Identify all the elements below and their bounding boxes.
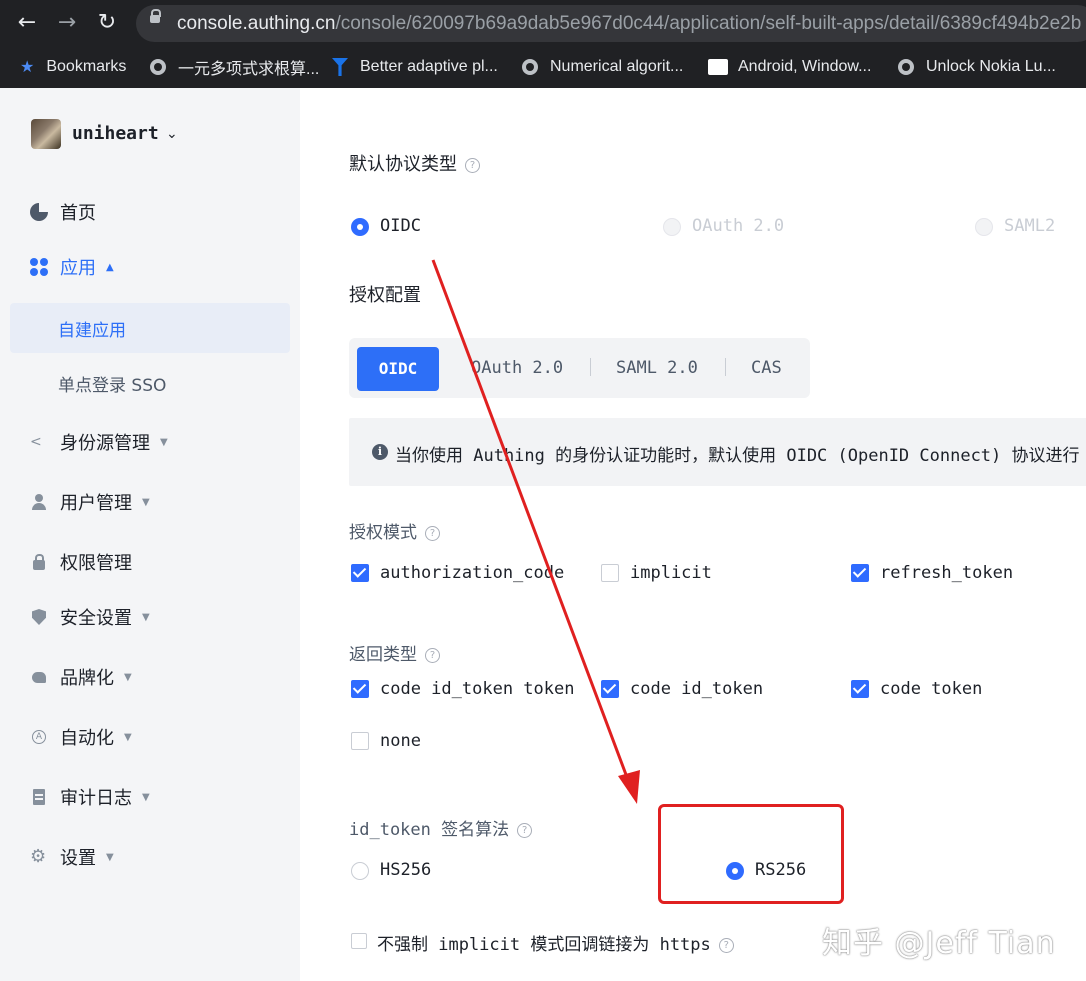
protocol-radio-oidc[interactable]: [351, 218, 369, 236]
bookmarks-folder[interactable]: ★Bookmarks: [20, 56, 126, 78]
user-name[interactable]: uniheart: [72, 123, 159, 144]
chevron-down-icon[interactable]: ⌄: [166, 126, 178, 142]
help-icon[interactable]: ?: [719, 938, 734, 953]
bookmark-item[interactable]: Numerical algorit...: [522, 56, 683, 78]
tab-divider: [725, 358, 726, 376]
id-token-sign-title: id_token 签名算法?: [349, 815, 532, 840]
avatar[interactable]: [31, 119, 61, 149]
back-icon[interactable]: ←: [12, 8, 42, 38]
gear-icon: ⚙: [30, 848, 48, 866]
response-label-code-id-token-token: code id_token token: [380, 679, 574, 699]
tab-oauth2[interactable]: OAuth 2.0: [471, 358, 563, 378]
automation-icon: A: [30, 728, 48, 746]
caret-down-icon: ▼: [142, 612, 150, 623]
globe-icon: [898, 59, 914, 75]
grant-types-title: 授权模式?: [349, 518, 440, 543]
protocol-radio-saml2[interactable]: [975, 218, 993, 236]
protocol-label-oidc: OIDC: [380, 216, 421, 236]
help-icon[interactable]: ?: [465, 158, 480, 173]
sidebar-active-bg: [10, 303, 290, 353]
apps-icon: [30, 258, 48, 276]
globe-icon: [150, 59, 166, 75]
protocol-radio-oauth2[interactable]: [663, 218, 681, 236]
caret-down-icon: ▼: [106, 852, 114, 863]
grant-checkbox-implicit[interactable]: [601, 564, 619, 582]
grant-checkbox-authorization-code[interactable]: [351, 564, 369, 582]
help-icon[interactable]: ?: [425, 648, 440, 663]
response-checkbox-code-token[interactable]: [851, 680, 869, 698]
caret-down-icon: ▼: [160, 437, 168, 448]
protocol-label-saml2: SAML2: [1004, 216, 1055, 236]
sidebar-item-permissions[interactable]: 权限管理: [30, 550, 132, 574]
sidebar-item-users[interactable]: 用户管理▼: [30, 490, 150, 514]
sidebar-item-apps[interactable]: 应用 ▲: [30, 255, 114, 279]
bookmarks-bar: ★Bookmarks 一元多项式求根算... Better adaptive p…: [0, 48, 1086, 86]
star-icon: ★: [20, 57, 34, 77]
sidebar-item-home[interactable]: 首页: [30, 200, 96, 224]
grant-label-refresh-token: refresh_token: [880, 563, 1013, 583]
sidebar: uniheart ⌄ 首页 应用 ▲ 自建应用 单点登录 SSO < 身份源管理…: [0, 88, 300, 981]
caret-down-icon: ▼: [124, 732, 132, 743]
auth-config-title: 授权配置: [349, 281, 421, 307]
sidebar-item-security[interactable]: 安全设置▼: [30, 605, 150, 629]
sidebar-item-automation[interactable]: A 自动化▼: [30, 725, 132, 749]
forward-icon[interactable]: →: [52, 8, 82, 38]
sidebar-item-branding[interactable]: 品牌化▼: [30, 665, 132, 689]
caret-down-icon: ▼: [142, 497, 150, 508]
xda-icon: [708, 59, 728, 75]
response-checkbox-code-id-token-token[interactable]: [351, 680, 369, 698]
caret-down-icon: ▼: [124, 672, 132, 683]
response-label-code-token: code token: [880, 679, 982, 699]
url-text[interactable]: console.authing.cn/console/620097b69a9da…: [177, 13, 1081, 35]
grant-checkbox-refresh-token[interactable]: [851, 564, 869, 582]
default-protocol-title: 默认协议类型?: [349, 150, 480, 176]
sidebar-item-identity-sources[interactable]: < 身份源管理▼: [30, 430, 168, 454]
sign-radio-hs256[interactable]: [351, 862, 369, 880]
help-icon[interactable]: ?: [425, 526, 440, 541]
sidebar-item-settings[interactable]: ⚙ 设置▼: [30, 845, 114, 869]
caret-up-icon: ▲: [106, 262, 114, 273]
bookmark-logo-icon: [332, 58, 348, 76]
sidebar-item-self-built-apps[interactable]: 自建应用: [58, 316, 126, 341]
response-types-title: 返回类型?: [349, 640, 440, 665]
pie-chart-icon: [30, 203, 48, 221]
annotation-highlight-box: [658, 804, 844, 904]
bookmark-item[interactable]: Better adaptive pl...: [332, 56, 498, 78]
shield-icon: [30, 608, 48, 626]
sidebar-item-audit-log[interactable]: 审计日志▼: [30, 785, 150, 809]
watermark: 知乎 @Jeff Tian: [822, 918, 1056, 962]
grant-label-authorization-code: authorization_code: [380, 563, 564, 583]
https-label: 不强制 implicit 模式回调链接为 https?: [377, 930, 734, 955]
response-label-none: none: [380, 731, 421, 751]
users-icon: [30, 493, 48, 511]
tab-divider: [590, 358, 591, 376]
globe-icon: [522, 59, 538, 75]
browser-chrome: ← → ↻ console.authing.cn/console/620097b…: [0, 0, 1086, 88]
lock-icon: [150, 15, 160, 23]
document-icon: [30, 788, 48, 806]
response-checkbox-code-id-token[interactable]: [601, 680, 619, 698]
brush-icon: [30, 668, 48, 686]
info-text: 当你使用 Authing 的身份认证功能时，默认使用 OIDC (OpenID …: [395, 441, 1080, 466]
bookmark-item[interactable]: Android, Window...: [708, 56, 871, 78]
help-icon[interactable]: ?: [517, 823, 532, 838]
sign-label-hs256: HS256: [380, 860, 431, 880]
tab-saml2[interactable]: SAML 2.0: [616, 358, 698, 378]
response-checkbox-none[interactable]: [351, 732, 369, 750]
reload-icon[interactable]: ↻: [92, 8, 122, 38]
sidebar-item-sso[interactable]: 单点登录 SSO: [58, 371, 166, 396]
lock-icon: [30, 553, 48, 571]
tab-oidc[interactable]: OIDC: [357, 347, 439, 391]
protocol-label-oauth2: OAuth 2.0: [692, 216, 784, 236]
info-icon: i: [372, 444, 388, 460]
caret-down-icon: ▼: [142, 792, 150, 803]
share-icon: <: [30, 433, 48, 451]
response-label-code-id-token: code id_token: [630, 679, 763, 699]
grant-label-implicit: implicit: [630, 563, 712, 583]
bookmark-item[interactable]: 一元多项式求根算...: [150, 56, 319, 78]
bookmark-item[interactable]: Unlock Nokia Lu...: [898, 56, 1056, 78]
tab-cas[interactable]: CAS: [751, 358, 782, 378]
https-checkbox[interactable]: [351, 933, 367, 949]
